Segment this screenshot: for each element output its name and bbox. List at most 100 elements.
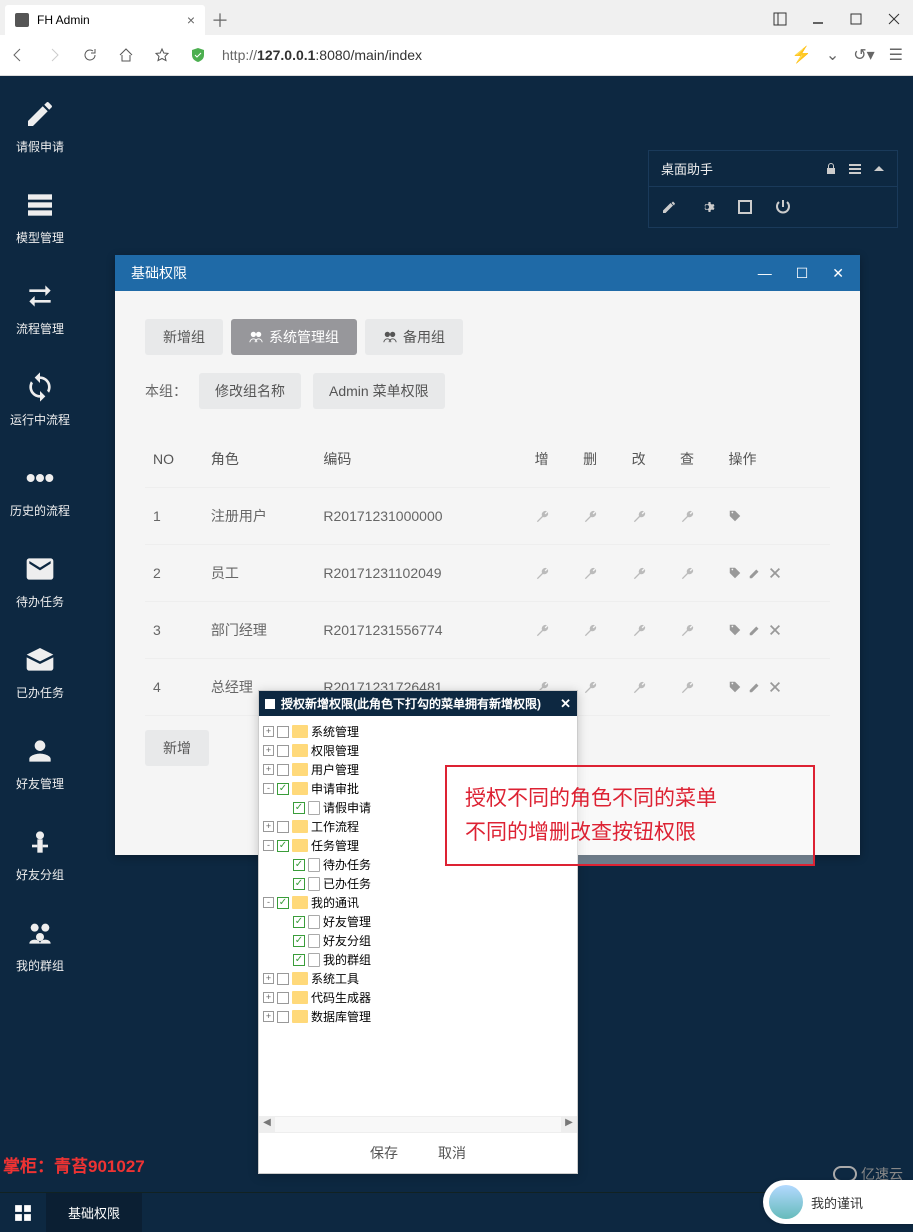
menu-icon[interactable]: ☰ [889,45,903,65]
checkbox-checked[interactable]: ✓ [293,859,305,871]
checkbox[interactable] [277,745,289,757]
checkbox-checked[interactable]: ✓ [293,916,305,928]
maximize-icon[interactable] [837,3,875,35]
op-cell[interactable] [720,659,830,716]
tree-node[interactable]: +系统工具 [263,969,573,988]
perm-view-icon[interactable] [672,488,720,545]
home-icon[interactable] [118,47,138,63]
undo-icon[interactable]: ↺▾ [853,45,874,65]
tree-toggle-icon[interactable]: - [263,783,274,794]
op-cell[interactable] [720,545,830,602]
perm-edit-icon[interactable] [624,545,672,602]
perm-add-icon[interactable] [527,602,575,659]
tree-toggle-icon[interactable]: + [263,992,274,1003]
tree-toggle-icon[interactable]: + [263,726,274,737]
checkbox[interactable] [277,726,289,738]
minimize-icon[interactable] [799,3,837,35]
tree-node[interactable]: +系统管理 [263,722,573,741]
tree-toggle-icon[interactable]: + [263,821,274,832]
op-cell[interactable] [720,602,830,659]
checkbox-checked[interactable]: ✓ [293,878,305,890]
sidebar-item-history-flow[interactable]: 历史的流程 [0,454,80,527]
chevron-down-icon[interactable]: ⌄ [826,45,839,65]
chevron-up-icon[interactable] [873,163,885,175]
perm-del-icon[interactable] [575,545,623,602]
modal-maximize-icon[interactable]: ☐ [796,265,809,282]
perm-view-icon[interactable] [672,545,720,602]
edit-icon[interactable] [661,199,677,215]
sidebar-item-model-mgmt[interactable]: 模型管理 [0,181,80,254]
checkbox[interactable] [277,764,289,776]
sidebar-item-flow-mgmt[interactable]: 流程管理 [0,272,80,345]
perm-edit-icon[interactable] [624,488,672,545]
sidebar-item-todo-tasks[interactable]: 待办任务 [0,545,80,618]
tab-system-group[interactable]: 系统管理组 [231,319,357,355]
tree-node[interactable]: ✓已办任务 [263,874,573,893]
sidebar-item-leave-request[interactable]: 请假申请 [0,90,80,163]
new-group-button[interactable]: 新增组 [145,319,223,355]
tree-save-button[interactable]: 保存 [370,1143,398,1163]
tree-node[interactable]: ✓我的群组 [263,950,573,969]
start-button[interactable] [0,1193,46,1232]
perm-view-icon[interactable] [672,659,720,716]
perm-del-icon[interactable] [575,602,623,659]
lock-icon[interactable] [825,163,837,175]
admin-menu-perm-button[interactable]: Admin 菜单权限 [313,373,445,409]
checkbox[interactable] [277,821,289,833]
list-icon[interactable] [849,163,861,175]
perm-edit-icon[interactable] [624,602,672,659]
perm-add-icon[interactable] [527,488,575,545]
browser-tab[interactable]: FH Admin × [5,5,205,35]
tree-node[interactable]: +权限管理 [263,741,573,760]
checkbox-checked[interactable]: ✓ [293,935,305,947]
power-icon[interactable] [775,199,791,215]
modal-close-icon[interactable]: ✕ [832,265,844,282]
tree-toggle-icon[interactable]: - [263,840,274,851]
perm-add-icon[interactable] [527,545,575,602]
refresh-icon[interactable] [82,47,102,63]
square-icon[interactable] [737,199,753,215]
checkbox-checked[interactable]: ✓ [277,783,289,795]
sidebar-item-done-tasks[interactable]: 已办任务 [0,636,80,709]
perm-view-icon[interactable] [672,602,720,659]
sidebar-item-running-flow[interactable]: 运行中流程 [0,363,80,436]
url-input[interactable]: http://127.0.0.1:8080/main/index [222,47,776,63]
tree-toggle-icon[interactable]: + [263,1011,274,1022]
close-window-icon[interactable] [875,3,913,35]
forward-icon[interactable] [46,47,66,63]
tree-toggle-icon[interactable]: + [263,745,274,756]
tree-node[interactable]: ✓好友分组 [263,931,573,950]
checkbox[interactable] [277,973,289,985]
checkbox[interactable] [277,1011,289,1023]
op-cell[interactable] [720,488,830,545]
tab-spare-group[interactable]: 备用组 [365,319,463,355]
checkbox[interactable] [277,992,289,1004]
tree-node[interactable]: +数据库管理 [263,1007,573,1026]
sidebar-item-friend-group[interactable]: 好友分组 [0,818,80,891]
checkbox-checked[interactable]: ✓ [293,802,305,814]
star-icon[interactable] [154,47,174,63]
perm-edit-icon[interactable] [624,659,672,716]
tree-node[interactable]: ✓好友管理 [263,912,573,931]
close-tree-icon[interactable]: ✕ [560,696,571,712]
new-tab-button[interactable]: ＋ [205,5,235,35]
perm-del-icon[interactable] [575,659,623,716]
checkbox-checked[interactable]: ✓ [293,954,305,966]
close-tab-icon[interactable]: × [187,12,195,28]
tree-hscroll[interactable]: ◀▶ [259,1116,577,1132]
perm-del-icon[interactable] [575,488,623,545]
gear-icon[interactable] [699,199,715,215]
tree-node[interactable]: +代码生成器 [263,988,573,1007]
sidebar-toggle-icon[interactable] [761,3,799,35]
add-role-button[interactable]: 新增 [145,730,209,766]
taskbar-item[interactable]: 基础权限 [46,1193,142,1232]
tree-toggle-icon[interactable]: - [263,897,274,908]
checkbox-checked[interactable]: ✓ [277,840,289,852]
tree-toggle-icon[interactable]: + [263,764,274,775]
tree-cancel-button[interactable]: 取消 [438,1143,466,1163]
floating-widget[interactable]: 我的谨讯 [763,1180,913,1224]
tree-toggle-icon[interactable]: + [263,973,274,984]
back-icon[interactable] [10,47,30,63]
tree-node[interactable]: -✓我的通讯 [263,893,573,912]
sidebar-item-friend-mgmt[interactable]: 好友管理 [0,727,80,800]
